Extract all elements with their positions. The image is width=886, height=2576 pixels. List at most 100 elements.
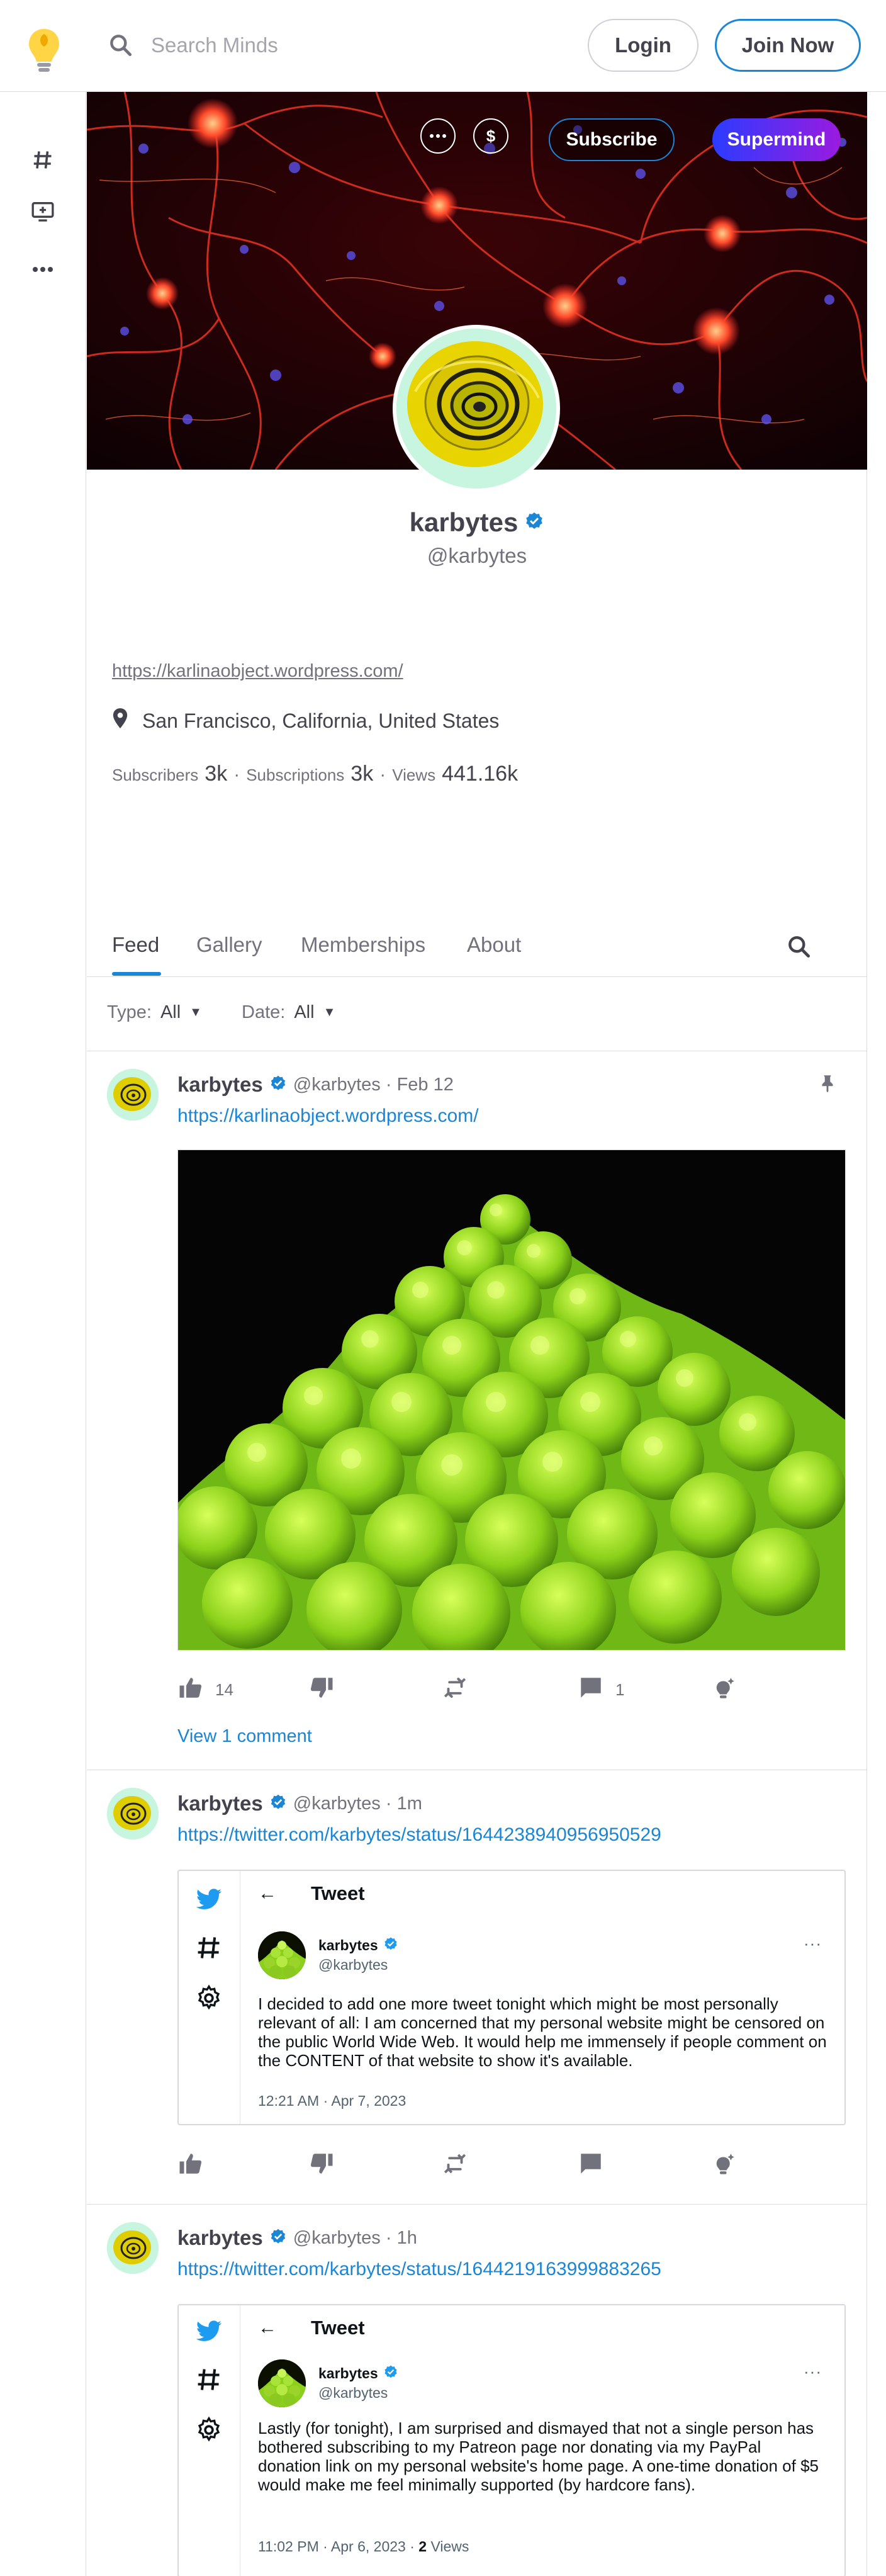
comment-icon — [578, 2150, 604, 2181]
tweet-embed-sidebar — [179, 2305, 240, 2576]
gear-icon[interactable] — [195, 2416, 223, 2444]
channel-main: $ Subscribe Supermind karbytes @karbytes… — [87, 92, 867, 2576]
thumbs-up-button[interactable] — [177, 2150, 204, 2181]
post-meta[interactable]: @karbytes · 1m — [293, 1794, 422, 1814]
verified-badge-icon — [269, 1794, 287, 1814]
verified-badge-icon — [383, 1936, 398, 1955]
hashtag-icon[interactable] — [25, 142, 60, 178]
minds-logo-icon[interactable] — [25, 25, 63, 76]
remind-button[interactable] — [442, 2150, 468, 2181]
monitor-plus-icon[interactable] — [25, 194, 60, 229]
tweet-timestamp[interactable]: 11:02 PM · Apr 6, 2023 · 2 Views — [258, 2538, 469, 2555]
subscribe-button[interactable]: Subscribe — [549, 118, 675, 161]
verified-badge-icon — [524, 511, 544, 534]
tweet-timestamp[interactable]: 12:21 AM · Apr 7, 2023 — [258, 2093, 406, 2110]
view-comments-link[interactable]: View 1 comment — [177, 1726, 312, 1747]
date-filter[interactable]: Date: All ▼ — [242, 1002, 335, 1023]
stats-separator: · — [233, 764, 240, 785]
views-count: 441.16k — [442, 762, 519, 786]
tab-memberships[interactable]: Memberships — [301, 933, 425, 957]
tweet-more-icon[interactable]: ··· — [804, 2362, 822, 2381]
feed-post: karbytes @karbytes · Feb 12 https://karl… — [87, 1051, 867, 1770]
login-button[interactable]: Login — [588, 19, 698, 72]
thumbs-down-button[interactable] — [308, 1675, 335, 1705]
more-horizontal-icon[interactable] — [25, 252, 60, 287]
twitter-bird-icon[interactable] — [195, 2317, 223, 2344]
tweet-author-name[interactable]: karbytes — [318, 1937, 378, 1954]
gear-icon[interactable] — [195, 1984, 223, 2012]
profile-avatar[interactable] — [393, 325, 560, 492]
tab-about[interactable]: About — [467, 933, 521, 957]
tweet-author-name[interactable]: karbytes — [318, 2365, 378, 2382]
tweet-author-handle: @karbytes — [318, 2385, 388, 2401]
type-filter-label: Type: — [107, 1002, 152, 1022]
verified-badge-icon — [269, 2228, 287, 2249]
type-filter[interactable]: Type: All ▼ — [107, 1002, 202, 1023]
subscribers-count[interactable]: 3k — [205, 762, 227, 786]
boost-button[interactable] — [711, 1675, 737, 1705]
tab-gallery[interactable]: Gallery — [196, 933, 262, 957]
location-pin-icon — [112, 708, 128, 734]
feed-search-icon[interactable] — [785, 933, 813, 961]
post-avatar[interactable] — [107, 2222, 159, 2274]
post-header: karbytes @karbytes · 1m — [177, 1792, 422, 1816]
back-arrow-icon[interactable]: ← — [258, 2317, 277, 2339]
tweet-name-row: karbytes — [318, 1936, 398, 1955]
post-meta[interactable]: @karbytes · 1h — [293, 2228, 417, 2249]
dollar-icon[interactable]: $ — [473, 118, 508, 154]
subscriptions-label[interactable]: Subscriptions — [246, 765, 344, 785]
lightbulb-spark-icon — [711, 2150, 737, 2181]
join-now-button[interactable]: Join Now — [715, 19, 861, 72]
remind-button[interactable] — [442, 1675, 468, 1705]
post-actions — [177, 2150, 846, 2182]
tab-feed[interactable]: Feed — [112, 933, 159, 957]
boost-button[interactable] — [711, 2150, 737, 2181]
tweet-avatar[interactable] — [258, 1931, 306, 1979]
twitter-bird-icon[interactable] — [195, 1885, 223, 1912]
tweet-avatar[interactable] — [258, 2359, 306, 2407]
post-link[interactable]: https://twitter.com/karbytes/status/1644… — [177, 2259, 661, 2280]
post-header: karbytes @karbytes · 1h — [177, 2226, 417, 2250]
more-options-icon[interactable] — [420, 118, 456, 154]
tweet-title: Tweet — [311, 1882, 365, 1904]
verified-badge-icon — [269, 1075, 287, 1095]
post-header: karbytes @karbytes · Feb 12 — [177, 1073, 454, 1097]
tweet-embed[interactable]: ← Tweet karbytes @karbytes ··· I decided… — [177, 1870, 846, 2125]
back-arrow-icon[interactable]: ← — [258, 1883, 277, 1904]
thumbs-up-button[interactable]: 14 — [177, 1675, 233, 1705]
feed-post: karbytes @karbytes · 1h https://twitter.… — [87, 2205, 867, 2576]
comment-icon — [578, 1675, 604, 1705]
hashtag-icon[interactable] — [195, 2366, 223, 2393]
lightbulb-spark-icon — [711, 1675, 737, 1705]
post-meta[interactable]: @karbytes · Feb 12 — [293, 1075, 454, 1095]
post-link[interactable]: https://twitter.com/karbytes/status/1644… — [177, 1824, 661, 1846]
subscriptions-count[interactable]: 3k — [350, 762, 373, 786]
subscribers-label[interactable]: Subscribers — [112, 765, 198, 785]
views-label: Views — [392, 765, 436, 784]
post-author-name[interactable]: karbytes — [177, 1073, 263, 1097]
thumbs-up-icon — [177, 1675, 204, 1705]
tweet-embed[interactable]: ← Tweet karbytes @karbytes ··· Lastly (f… — [177, 2304, 846, 2576]
comment-button[interactable] — [578, 2150, 604, 2181]
date-filter-label: Date: — [242, 1002, 286, 1022]
post-author-name[interactable]: karbytes — [177, 1792, 263, 1816]
channel-tabs: Feed Gallery Memberships About — [87, 910, 867, 977]
pin-icon — [817, 1073, 838, 1094]
post-avatar[interactable] — [107, 1788, 159, 1839]
profile-stats: Subscribers 3k · Subscriptions 3k · View… — [112, 762, 518, 786]
post-avatar[interactable] — [107, 1069, 159, 1121]
tweet-more-icon[interactable]: ··· — [804, 1934, 822, 1953]
location-text: San Francisco, California, United States — [142, 709, 500, 732]
thumbs-down-button[interactable] — [308, 2150, 335, 2181]
hashtag-icon[interactable] — [195, 1934, 223, 1962]
search-input[interactable] — [151, 28, 529, 63]
comment-button[interactable]: 1 — [578, 1675, 624, 1705]
post-author-name[interactable]: karbytes — [177, 2226, 263, 2250]
search-icon[interactable] — [107, 31, 135, 59]
post-link[interactable]: https://karlinaobject.wordpress.com/ — [177, 1105, 479, 1127]
supermind-button[interactable]: Supermind — [712, 118, 841, 161]
profile-display-name: karbytes — [409, 507, 519, 537]
post-image[interactable] — [177, 1150, 846, 1651]
profile-website-link[interactable]: https://karlinaobject.wordpress.com/ — [112, 661, 403, 682]
chevron-down-icon: ▼ — [323, 1005, 336, 1019]
